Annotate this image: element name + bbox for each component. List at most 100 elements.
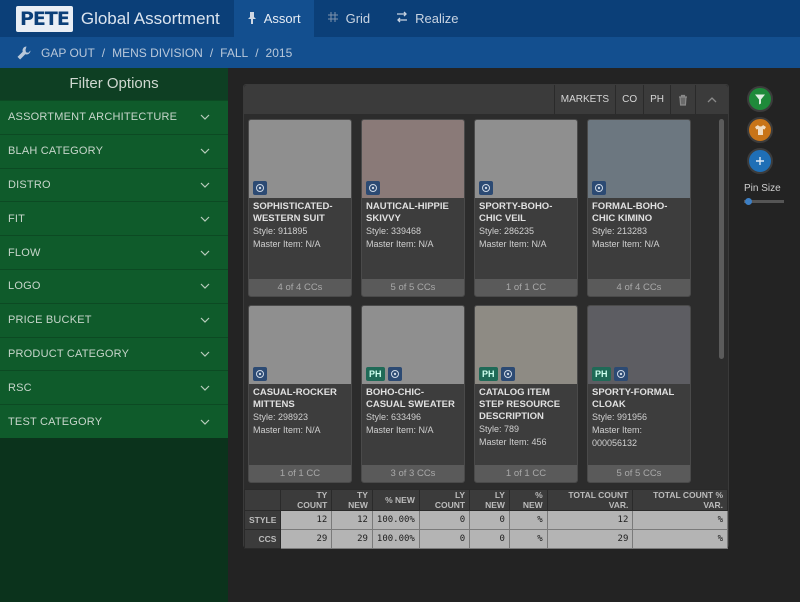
breadcrumb-separator: / (255, 45, 259, 60)
cc-count-footer[interactable]: 5 of 5 CCs (362, 279, 464, 296)
cc-count-footer[interactable]: 4 of 4 CCs (249, 279, 351, 296)
stats-cell: 100.00% (371, 510, 420, 530)
product-name: BOHO-CHIC-CASUAL SWEATER (366, 387, 455, 410)
filter-item-label: BLAH CATEGORY (8, 145, 104, 158)
cc-count-footer[interactable]: 5 of 5 CCs (588, 465, 690, 482)
product-card[interactable]: NAUTICAL-HIPPIE SKIVVY Style: 339468 Maste… (361, 119, 465, 297)
filter-button[interactable] (747, 86, 773, 112)
wrench-icon[interactable] (16, 45, 32, 61)
product-info: SOPHISTICATED-WESTERN SUIT Style: 911895 M… (249, 198, 351, 268)
filter-item-label: ASSORTMENT ARCHITECTURE (8, 111, 178, 124)
product-image (475, 120, 577, 198)
product-card[interactable]: PH BOHO-CHIC-CASUAL SWEATER Style: 633496 M… (361, 305, 465, 483)
add-button[interactable] (747, 148, 773, 174)
stats-cell: 12 (546, 510, 634, 530)
filter-item[interactable]: ASSORTMENT ARCHITECTURE (0, 100, 228, 134)
product-master-item: Master Item: 456 (479, 437, 547, 447)
product-info: BOHO-CHIC-CASUAL SWEATER Style: 633496 Mas… (362, 384, 464, 454)
target-icon[interactable] (387, 367, 402, 381)
swap-icon (396, 11, 408, 26)
chevron-down-icon (200, 216, 210, 222)
filter-item[interactable]: BLAH CATEGORY (0, 133, 228, 168)
product-style: Style: 339468 (366, 226, 422, 236)
pin-icon (247, 11, 257, 27)
nav-grid[interactable]: Grid (314, 0, 384, 37)
markets-button[interactable]: MARKETS (553, 85, 615, 114)
breadcrumb-item[interactable]: GAP OUT (41, 46, 95, 60)
apparel-button[interactable] (747, 117, 773, 143)
filter-item-label: PRODUCT CATEGORY (8, 347, 130, 360)
cc-count-footer[interactable]: 3 of 3 CCs (362, 465, 464, 482)
breadcrumb-item[interactable]: FALL (220, 46, 248, 60)
product-card[interactable]: CASUAL-ROCKER MITTENS Style: 298923 Master… (248, 305, 352, 483)
breadcrumb-item[interactable]: MENS DIVISION (112, 46, 203, 60)
target-icon[interactable] (613, 367, 628, 381)
stats-cell: % (632, 529, 728, 549)
product-name: CATALOG ITEM STEP RESOURCE DESCRIPTION (479, 387, 561, 422)
filter-item[interactable]: FIT (0, 201, 228, 235)
cc-count-footer[interactable]: 1 of 1 CC (475, 465, 577, 482)
co-button[interactable]: CO (615, 85, 643, 114)
breadcrumb-item[interactable]: 2015 (266, 46, 293, 60)
hash-icon (327, 11, 339, 26)
stats-column-header: TOTAL COUNT VAR. (546, 489, 634, 511)
chevron-down-icon (200, 385, 210, 391)
product-card[interactable]: PH CATALOG ITEM STEP RESOURCE DESCRIPTION… (474, 305, 578, 483)
product-style: Style: 789 (479, 424, 520, 434)
filter-item[interactable]: PRODUCT CATEGORY (0, 336, 228, 371)
ph-badge: PH (366, 367, 385, 381)
app-logo[interactable]: PETE (16, 5, 73, 33)
stats-cell: 0 (418, 510, 471, 530)
chevron-down-icon (200, 114, 210, 121)
ph-button[interactable]: PH (643, 85, 670, 114)
product-name: SOPHISTICATED-WESTERN SUIT (253, 201, 333, 224)
target-icon[interactable] (479, 181, 493, 195)
target-icon[interactable] (253, 181, 267, 195)
filter-item[interactable]: PRICE BUCKET (0, 302, 228, 337)
stats-column-header: LY COUNT (418, 489, 471, 511)
filter-item[interactable]: TEST CATEGORY (0, 404, 228, 438)
card-badges (253, 367, 267, 381)
card-badges (592, 181, 606, 195)
table-row: STYLE 12 12 100.00% 0 0% 12% (243, 510, 728, 530)
card-grid-scrollbar[interactable] (719, 119, 724, 359)
cc-count-footer[interactable]: 4 of 4 CCs (588, 279, 690, 296)
main-nav: Assort Grid Realize (233, 0, 472, 37)
filter-sidebar: Filter Options ASSORTMENT ARCHITECTURE BL… (0, 68, 228, 602)
nav-realize[interactable]: Realize (383, 0, 471, 37)
product-master-item: Master Item: 000056132 (592, 425, 643, 448)
product-style: Style: 633496 (366, 412, 422, 422)
pin-size-slider-handle[interactable] (745, 198, 752, 205)
cc-count-footer[interactable]: 1 of 1 CC (475, 279, 577, 296)
cc-count-footer[interactable]: 1 of 1 CC (249, 465, 351, 482)
collapse-button[interactable] (695, 85, 728, 114)
product-master-item: Master Item: N/A (366, 239, 434, 249)
stats-header-row: TY COUNT TY NEW% NEW LY COUNT LY NEW% NEW TO… (243, 489, 728, 511)
delete-button[interactable] (670, 85, 695, 114)
product-image (249, 306, 351, 384)
stats-cell: 0 (418, 529, 471, 549)
filter-item[interactable]: RSC (0, 370, 228, 404)
filter-item[interactable]: FLOW (0, 235, 228, 269)
product-card[interactable]: FORMAL-BOHO-CHIC KIMINO Style: 213283 Mast… (587, 119, 691, 297)
product-card[interactable]: PH SPORTY-FORMAL CLOAK Style: 991956 Master… (587, 305, 691, 483)
target-icon[interactable] (592, 181, 606, 195)
target-icon[interactable] (253, 367, 267, 381)
nav-assort[interactable]: Assort (233, 0, 314, 37)
product-card[interactable]: SPORTY-BOHO-CHIC VEIL Style: 286235 Master… (474, 119, 578, 297)
filter-item-label: LOGO (8, 280, 41, 293)
stats-cell: 12 (280, 510, 333, 530)
stats-cell: 0 (469, 529, 510, 549)
filter-item[interactable]: DISTRO (0, 167, 228, 202)
product-name: CASUAL-ROCKER MITTENS (253, 387, 337, 410)
product-name: SPORTY-BOHO-CHIC VEIL (479, 201, 553, 224)
chevron-down-icon (200, 419, 210, 425)
target-icon[interactable] (366, 181, 380, 195)
filter-item[interactable]: LOGO (0, 268, 228, 303)
product-card[interactable]: SOPHISTICATED-WESTERN SUIT Style: 911895 M… (248, 119, 352, 297)
product-image (588, 120, 690, 198)
assortment-panel: MARKETS CO PH SOPHISTICATED-WESTERN SUIT… (243, 84, 729, 549)
target-icon[interactable] (500, 367, 515, 381)
breadcrumb-separator: / (101, 45, 106, 60)
product-info: CATALOG ITEM STEP RESOURCE DESCRIPTION St… (475, 384, 577, 454)
